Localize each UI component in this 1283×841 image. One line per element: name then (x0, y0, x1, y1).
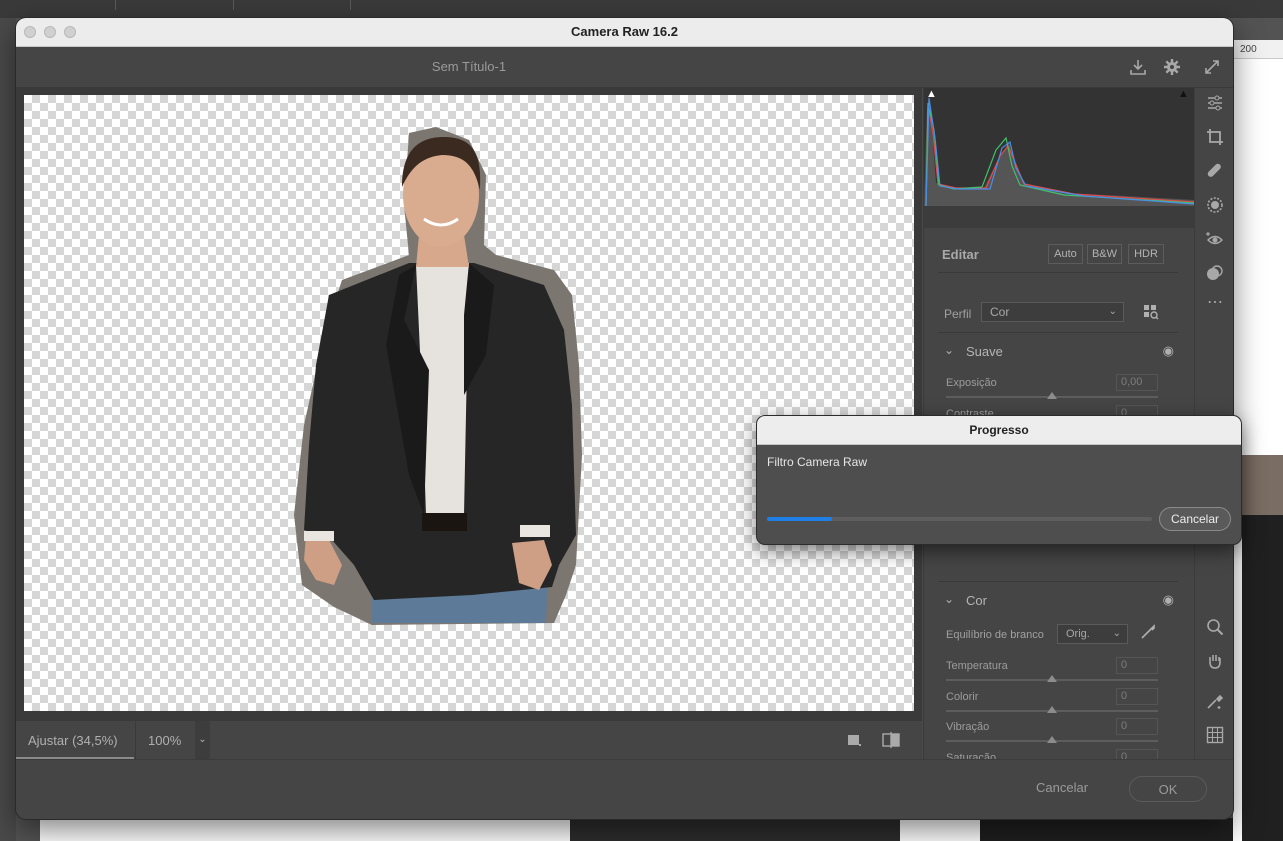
edit-header: Editar Auto B&W HDR (924, 238, 1194, 268)
ruler-label: 200 (1240, 44, 1257, 55)
progress-dialog: Progresso Filtro Camera Raw Cancelar (757, 416, 1241, 544)
chevron-down-icon: ⌄ (944, 592, 955, 606)
slider-thumb[interactable] (1047, 736, 1057, 743)
auto-button[interactable]: Auto (1048, 244, 1083, 264)
photoshop-image-fragment (1242, 455, 1283, 841)
edit-title: Editar (942, 247, 979, 262)
zoom-fit-button[interactable]: Ajustar (34,5%) (16, 721, 134, 759)
single-view-icon[interactable] (846, 732, 862, 748)
canvas-bottom-bar: Ajustar (34,5%) 100% ⌄ (16, 720, 922, 759)
progress-task-label: Filtro Camera Raw (767, 455, 868, 469)
section-suave-title: Suave (966, 344, 1003, 359)
person-cutout-image (294, 127, 582, 625)
document-bar: Sem Título-1 (16, 47, 1233, 88)
slider-value-input[interactable]: 0,00 (1116, 374, 1158, 391)
slider-value-input[interactable]: 0 (1116, 657, 1158, 674)
zoom-icon[interactable] (1204, 618, 1226, 640)
divider (938, 272, 1178, 273)
color-sampler-icon[interactable] (1204, 692, 1226, 714)
histogram-info-bar (924, 206, 1194, 228)
slider-value-input[interactable]: 0 (1116, 688, 1158, 705)
slider-label: Vibração (946, 721, 990, 733)
crop-icon[interactable] (1204, 128, 1226, 150)
white-balance-value: Orig. (1066, 628, 1090, 640)
chevron-down-icon: ⌄ (1112, 628, 1121, 639)
progress-cancel-button[interactable]: Cancelar (1159, 507, 1231, 531)
image-canvas[interactable] (24, 95, 914, 711)
slider-value-input[interactable]: 0 (1116, 718, 1158, 735)
profile-label: Perfil (944, 307, 972, 321)
edit-sliders-icon[interactable] (1204, 94, 1226, 116)
eyedropper-icon[interactable] (1140, 624, 1156, 643)
slider-exposicao[interactable]: Exposição 0,00 (946, 374, 1158, 404)
before-after-icon[interactable] (882, 732, 900, 748)
histogram: ▲ ▲ (924, 88, 1195, 207)
document-title: Sem Título-1 (431, 59, 507, 74)
slider-saturacao[interactable]: Saturação 0 (946, 749, 1158, 766)
white-balance-label: Equilíbrio de branco (946, 629, 1044, 641)
save-icon[interactable] (1128, 57, 1148, 77)
slider-thumb[interactable] (1047, 706, 1057, 713)
eye-icon[interactable]: ◉ (1163, 592, 1174, 608)
dialog-footer: Cancelar OK (16, 759, 1233, 819)
profile-value: Cor (990, 305, 1010, 319)
ok-button[interactable]: OK (1129, 776, 1207, 802)
zoom-100-label: 100% (148, 733, 182, 748)
image-canvas-area (16, 88, 922, 720)
photoshop-tabbar (0, 0, 1283, 18)
highlight-clipping-icon[interactable]: ▲ (1178, 88, 1192, 100)
fullscreen-icon[interactable] (1202, 57, 1222, 77)
slider-thumb[interactable] (1047, 675, 1057, 682)
divider (938, 581, 1178, 582)
zoom-fit-label: Ajustar (34,5%) (28, 733, 118, 748)
slider-temperatura[interactable]: Temperatura 0 (946, 657, 1158, 687)
progress-bar-fill (767, 517, 833, 521)
section-cor-header[interactable]: ⌄ Cor ◉ (944, 591, 1184, 611)
mask-icon[interactable] (1204, 196, 1226, 218)
slider-label: Temperatura (946, 660, 1008, 672)
profile-select[interactable]: Cor ⌄ (981, 302, 1124, 322)
section-suave-header[interactable]: ⌄ Suave ◉ (944, 342, 1184, 362)
slider-label: Colorir (946, 691, 979, 703)
photoshop-toolbar-edge (0, 18, 16, 841)
chevron-down-icon: ⌄ (944, 343, 955, 357)
cancel-button[interactable]: Cancelar (1036, 780, 1088, 795)
eye-icon[interactable]: ◉ (1163, 343, 1174, 359)
zoom-100-button[interactable]: 100% (135, 721, 196, 759)
zoom-dropdown-chevron-icon[interactable]: ⌄ (195, 721, 210, 759)
heal-icon[interactable] (1204, 162, 1226, 184)
section-cor-title: Cor (966, 593, 987, 608)
chevron-down-icon: ⌄ (1108, 306, 1117, 317)
more-icon[interactable]: ⋯ (1204, 292, 1226, 314)
white-balance-select[interactable]: Orig. ⌄ (1057, 624, 1128, 644)
window-title: Camera Raw 16.2 (571, 24, 678, 39)
slider-label: Exposição (946, 377, 997, 389)
slider-vibracao[interactable]: Vibração 0 (946, 718, 1158, 748)
profile-browser-icon[interactable] (1143, 304, 1159, 320)
slider-thumb[interactable] (1047, 392, 1057, 399)
titlebar: Camera Raw 16.2 (16, 18, 1233, 47)
slider-colorir[interactable]: Colorir 0 (946, 688, 1158, 718)
progress-bar (767, 517, 1152, 521)
progress-title: Progresso (757, 416, 1241, 445)
bw-button[interactable]: B&W (1087, 244, 1122, 264)
presets-icon[interactable] (1204, 264, 1226, 286)
grid-icon[interactable] (1204, 726, 1226, 748)
shadow-clipping-icon[interactable]: ▲ (926, 88, 940, 100)
gear-icon[interactable] (1162, 57, 1182, 77)
red-eye-icon[interactable] (1204, 230, 1226, 252)
hdr-button[interactable]: HDR (1128, 244, 1164, 264)
photoshop-document-bottom (40, 818, 1233, 841)
divider (938, 332, 1178, 333)
hand-icon[interactable] (1204, 652, 1226, 674)
